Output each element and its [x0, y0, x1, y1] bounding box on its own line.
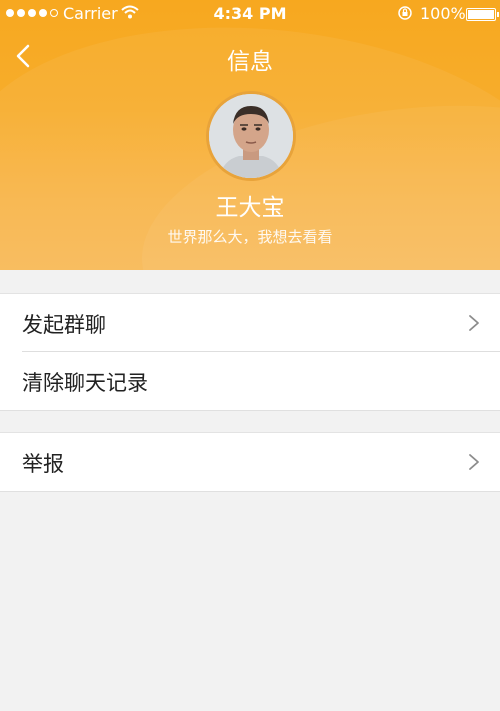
start-group-chat-label: 发起群聊 — [22, 313, 106, 337]
clear-chat-history-row[interactable]: 清除聊天记录 — [0, 352, 500, 410]
page-title: 信息 — [227, 49, 273, 75]
avatar[interactable] — [206, 91, 296, 181]
status-bar: Carrier 4:34 PM 100% — [0, 0, 500, 28]
report-label: 举报 — [22, 452, 64, 476]
clear-chat-history-label: 清除聊天记录 — [22, 371, 148, 395]
chat-actions-group: 发起群聊 清除聊天记录 — [0, 293, 500, 411]
report-group: 举报 — [0, 432, 500, 492]
user-name: 王大宝 — [215, 195, 285, 221]
user-signature: 世界那么大，我想去看看 — [167, 228, 333, 246]
rotation-lock-icon — [398, 6, 412, 20]
avatar-photo — [209, 94, 293, 178]
start-group-chat-row[interactable]: 发起群聊 — [0, 294, 500, 352]
battery-icon — [466, 8, 499, 21]
battery-percentage: 100% — [420, 4, 466, 23]
person-photo-icon — [209, 94, 293, 178]
report-row[interactable]: 举报 — [0, 433, 500, 491]
chevron-right-icon — [469, 315, 479, 331]
chevron-right-icon — [469, 454, 479, 470]
